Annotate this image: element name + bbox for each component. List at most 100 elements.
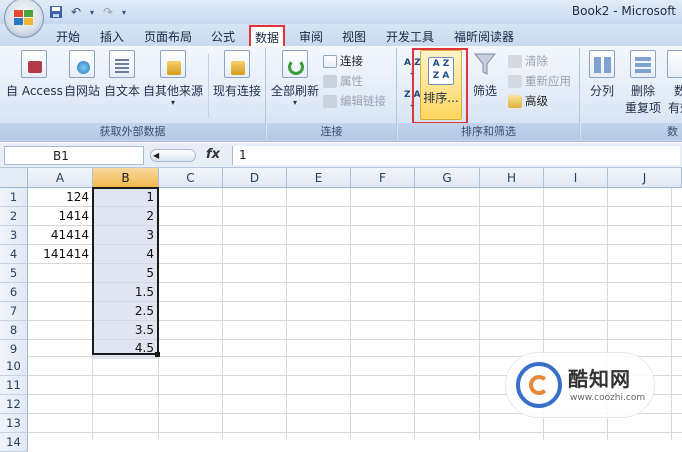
coozhi-logo-icon: [516, 362, 562, 408]
window-title: Book2 - Microsoft: [571, 4, 676, 18]
tab-page-layout[interactable]: 页面布局: [144, 28, 192, 45]
office-logo-icon: [14, 10, 33, 25]
undo-icon[interactable]: ↶: [68, 4, 84, 20]
reapply-icon: [508, 74, 522, 88]
highlight-box: [412, 48, 468, 124]
column-header-a[interactable]: A: [28, 168, 93, 188]
text-to-columns-icon: [589, 50, 615, 78]
properties-label: 属性: [340, 74, 363, 88]
connections-label: 连接: [340, 54, 363, 68]
row-header-6[interactable]: 6: [0, 283, 28, 302]
row-header-11[interactable]: 11: [0, 376, 28, 395]
clear-filter-button[interactable]: 清除: [508, 53, 548, 69]
advanced-filter-label: 高级: [525, 94, 548, 108]
undo-dropdown-icon[interactable]: ▾: [88, 4, 96, 20]
dropdown-arrow-icon: ▾: [171, 98, 176, 107]
row-header-4[interactable]: 4: [0, 245, 28, 264]
column-header-g[interactable]: G: [415, 168, 480, 188]
row-header-8[interactable]: 8: [0, 321, 28, 340]
from-access-button[interactable]: 自 Access: [6, 50, 63, 99]
remove-duplicates-button[interactable]: 删除 重复项: [625, 50, 661, 116]
properties-button[interactable]: 属性: [323, 73, 363, 89]
watermark-url: www.coozhi.com: [570, 393, 646, 403]
column-header-e[interactable]: E: [287, 168, 351, 188]
other-sources-icon: [160, 50, 186, 78]
text-to-columns-label: 分列: [589, 84, 614, 98]
column-header-j[interactable]: J: [608, 168, 682, 188]
column-header-c[interactable]: C: [159, 168, 223, 188]
column-header-d[interactable]: D: [223, 168, 287, 188]
from-text-button[interactable]: 自文本: [104, 50, 140, 99]
group-label-external-data: 获取外部数据: [0, 123, 265, 140]
dropdown-arrow-icon: ▾: [293, 98, 298, 107]
cell-a4[interactable]: 141414: [28, 245, 92, 263]
properties-icon: [323, 74, 337, 88]
tab-developer[interactable]: 开发工具: [386, 28, 434, 45]
text-file-icon: [109, 50, 135, 78]
row-header-3[interactable]: 3: [0, 226, 28, 245]
cell-a3[interactable]: 41414: [28, 226, 92, 244]
advanced-filter-button[interactable]: 高级: [508, 93, 548, 109]
customize-qat-icon[interactable]: ▾: [120, 4, 128, 20]
filter-button[interactable]: 筛选: [472, 50, 498, 99]
from-other-sources-button[interactable]: 自其他来源 ▾: [143, 50, 203, 107]
insert-function-icon[interactable]: fx: [206, 147, 220, 162]
column-header-i[interactable]: I: [544, 168, 608, 188]
from-access-label: 自 Access: [6, 84, 63, 98]
redo-icon[interactable]: ↷: [100, 4, 116, 20]
row-header-13[interactable]: 13: [0, 414, 28, 433]
data-validation-label-2: 有效: [667, 101, 682, 115]
existing-connections-icon: [224, 50, 250, 78]
group-connections: 全部刷新 ▾ 连接 属性 编辑链接 连接: [267, 48, 397, 140]
formula-input[interactable]: 1: [232, 146, 680, 165]
column-header-h[interactable]: H: [480, 168, 544, 188]
connections-icon: [323, 54, 337, 68]
remove-duplicates-label-2: 重复项: [625, 101, 662, 115]
title-bar: ↶ ▾ ↷ ▾ Book2 - Microsoft: [0, 0, 682, 38]
cell-a2[interactable]: 1414: [28, 207, 92, 225]
ribbon: 自 Access 自网站 自文本 自其他来源 ▾ 现有连接 获取外部数据 全部刷…: [0, 46, 682, 142]
group-external-data: 自 Access 自网站 自文本 自其他来源 ▾ 现有连接 获取外部数据: [0, 48, 266, 140]
group-label-connections: 连接: [267, 123, 396, 140]
tab-insert[interactable]: 插入: [100, 28, 124, 45]
watermark-title: 酷知网: [568, 367, 631, 391]
edit-links-button[interactable]: 编辑链接: [323, 93, 386, 109]
text-to-columns-button[interactable]: 分列: [589, 50, 615, 99]
existing-connections-label: 现有连接: [213, 84, 262, 98]
group-data-tools: 分列 删除 重复项 数 有效 数: [581, 48, 682, 140]
watermark: 酷知网 www.coozhi.com: [505, 352, 655, 418]
fill-handle[interactable]: [155, 352, 160, 357]
name-box-resize-icon[interactable]: ◀: [150, 149, 196, 162]
tab-home[interactable]: 开始: [56, 28, 80, 45]
gridline: [28, 432, 682, 433]
row-header-12[interactable]: 12: [0, 395, 28, 414]
select-all-corner[interactable]: [0, 168, 28, 188]
save-icon[interactable]: [48, 4, 64, 20]
data-validation-label: 数: [673, 84, 682, 98]
edit-links-icon: [323, 94, 337, 108]
row-header-5[interactable]: 5: [0, 264, 28, 283]
reapply-label: 重新应用: [525, 74, 571, 88]
cell-a1[interactable]: 124: [28, 188, 92, 206]
row-header-2[interactable]: 2: [0, 207, 28, 226]
tab-data[interactable]: 数据: [249, 25, 286, 46]
name-box[interactable]: B1: [4, 146, 144, 165]
tab-review[interactable]: 审阅: [299, 28, 323, 45]
from-web-label: 自网站: [64, 84, 101, 98]
existing-connections-button[interactable]: 现有连接: [213, 50, 261, 99]
refresh-all-label: 全部刷新: [271, 84, 320, 98]
refresh-all-button[interactable]: 全部刷新 ▾: [271, 50, 319, 107]
row-header-1[interactable]: 1: [0, 188, 28, 207]
column-header-b[interactable]: B: [93, 168, 159, 188]
reapply-button[interactable]: 重新应用: [508, 73, 571, 89]
column-header-f[interactable]: F: [351, 168, 415, 188]
row-header-7[interactable]: 7: [0, 302, 28, 321]
connections-button[interactable]: 连接: [323, 53, 363, 69]
data-validation-button[interactable]: 数 有效: [667, 50, 682, 116]
row-header-10[interactable]: 10: [0, 357, 28, 376]
row-header-14[interactable]: 14: [0, 433, 28, 452]
tab-foxit-reader[interactable]: 福昕阅读器: [454, 28, 514, 45]
tab-view[interactable]: 视图: [342, 28, 366, 45]
from-web-button[interactable]: 自网站: [64, 50, 100, 99]
tab-formulas[interactable]: 公式: [211, 28, 235, 45]
